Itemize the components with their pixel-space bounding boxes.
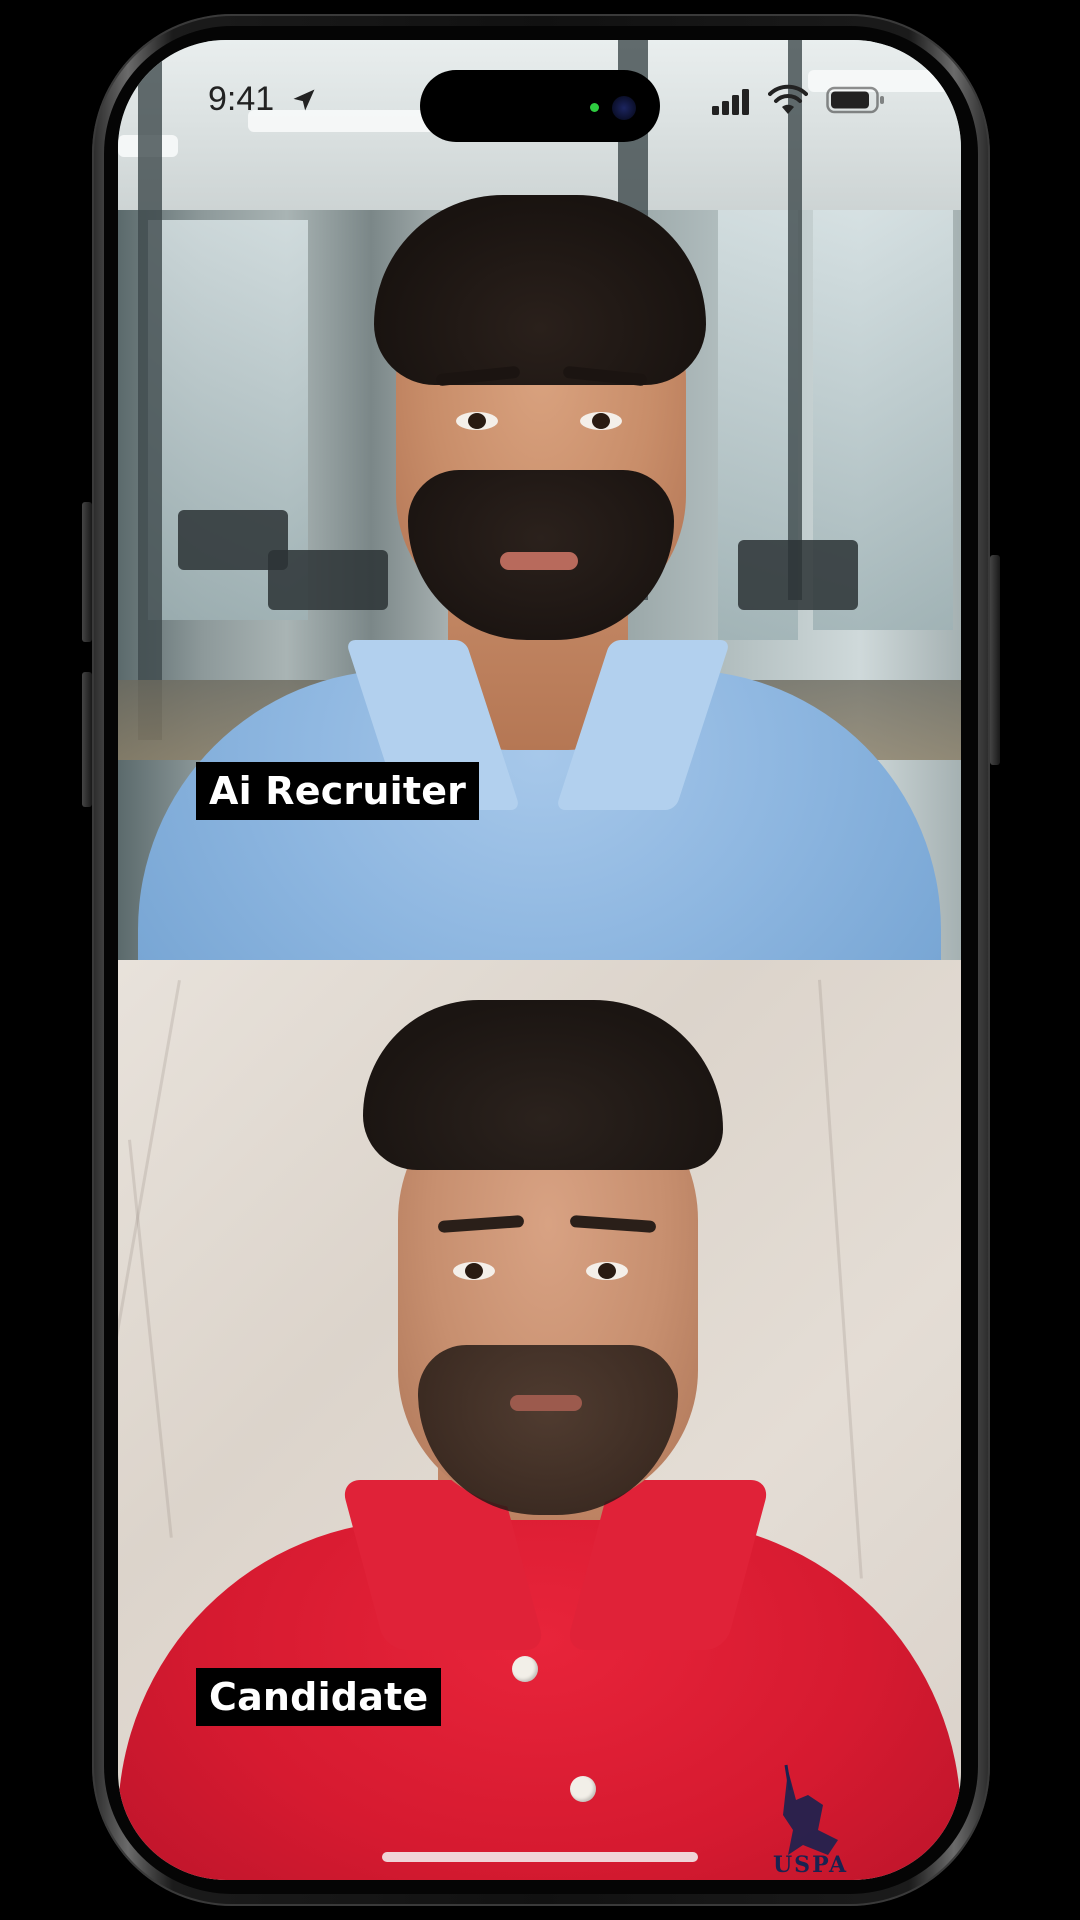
recruiter-name-label: Ai Recruiter	[196, 762, 480, 820]
recruiter-eye-right	[580, 412, 622, 430]
candidate-hair	[363, 1000, 723, 1170]
power-button	[990, 555, 1000, 765]
battery-icon	[826, 86, 884, 114]
action-button	[82, 502, 92, 642]
candidate-mouth	[510, 1395, 582, 1411]
recruiter-eye-left	[456, 412, 498, 430]
candidate-eye-left	[453, 1262, 495, 1280]
recruiter-hair	[374, 195, 706, 385]
stage: Ai Recruiter USPA Candidate 9:41	[0, 0, 1080, 1920]
recruiter-mouth	[500, 552, 578, 570]
dynamic-island	[420, 70, 660, 142]
cellular-signal-icon	[712, 89, 749, 115]
recruiter-video-tile[interactable]: Ai Recruiter	[118, 40, 961, 1090]
status-time: 9:41	[208, 80, 275, 118]
shirt-logo-text: USPA	[773, 1852, 849, 1878]
candidate-eye-right	[586, 1262, 628, 1280]
home-indicator[interactable]	[382, 1852, 698, 1862]
office-chair	[268, 550, 388, 610]
volume-button	[82, 672, 92, 807]
wifi-icon	[768, 84, 808, 114]
candidate-name-label: Candidate	[196, 1668, 442, 1726]
office-chair	[738, 540, 858, 610]
camera-in-use-indicator	[590, 103, 599, 112]
phone-screen: Ai Recruiter USPA Candidate 9:41	[118, 40, 961, 1880]
location-arrow-icon	[293, 89, 315, 111]
shirt-button	[512, 1656, 538, 1682]
shirt-button	[570, 1776, 596, 1802]
front-camera	[612, 96, 636, 120]
